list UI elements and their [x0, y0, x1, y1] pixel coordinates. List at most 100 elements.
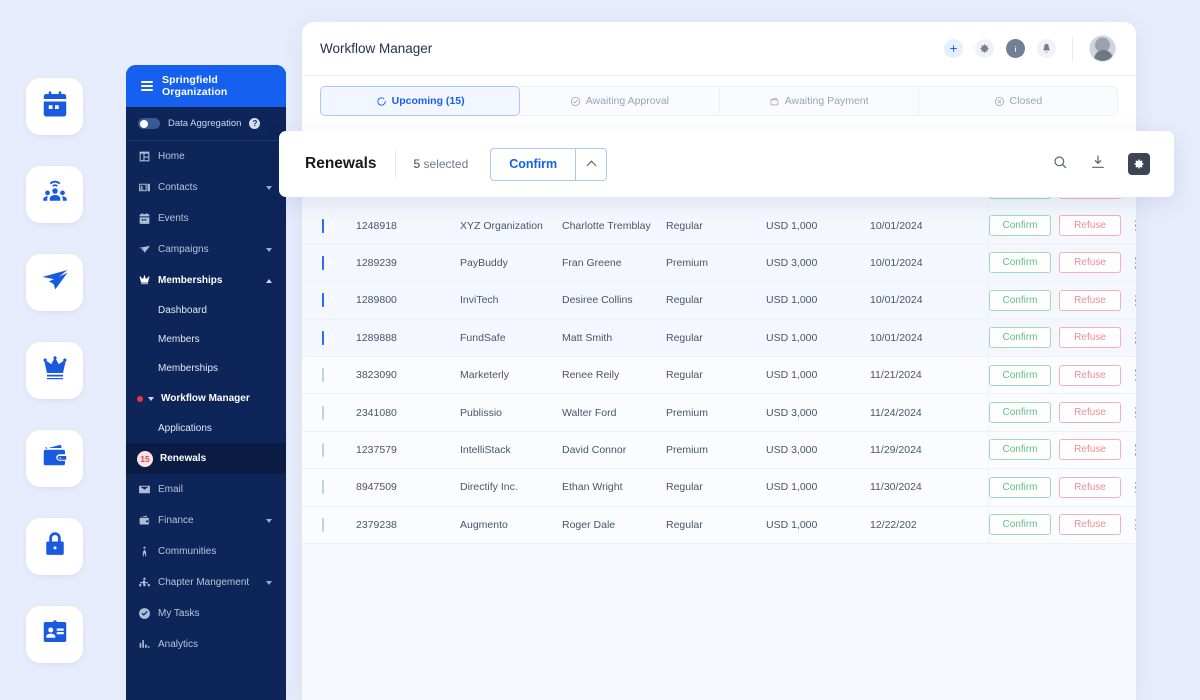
table-row[interactable]: 1237579 IntelliStack David Connor Premium US…	[302, 431, 1136, 470]
sidebar-item-memberships[interactable]: Memberships	[126, 265, 286, 296]
sidebar-item-email[interactable]: Email	[126, 474, 286, 505]
gear-icon[interactable]	[975, 39, 994, 58]
sidebar-item-events[interactable]: Events	[126, 203, 286, 234]
rail-item-id-card[interactable]	[26, 606, 83, 663]
table-row[interactable]: 1289800 InviTech Desiree Collins Regular USD…	[302, 282, 1136, 320]
row-refuse-button[interactable]: Refuse	[1059, 514, 1121, 536]
sidebar-item-campaigns[interactable]: Campaigns	[126, 234, 286, 265]
sidebar-item-analytics[interactable]: Analytics	[126, 629, 286, 660]
row-checkbox[interactable]	[322, 442, 324, 457]
confirm-button[interactable]: Confirm	[490, 147, 577, 181]
chevron-down-icon[interactable]	[266, 580, 272, 585]
sidebar-item-dashboard[interactable]: Dashboard	[126, 296, 286, 325]
help-icon[interactable]: ?	[249, 118, 261, 129]
rail-item-memberships[interactable]	[26, 342, 83, 399]
chevron-up-icon[interactable]	[266, 278, 272, 283]
sidebar-item-members[interactable]: Members	[126, 325, 286, 354]
chevron-down-icon[interactable]	[148, 396, 154, 401]
data-aggregation-toggle[interactable]	[138, 118, 160, 129]
settings-icon[interactable]	[1128, 153, 1150, 175]
tab-upcoming[interactable]: Upcoming (15)	[320, 86, 521, 116]
table-row[interactable]: 8947509 Directify Inc. Ethan Wright Regular…	[302, 469, 1136, 507]
rail-item-calendar[interactable]	[26, 78, 83, 135]
row-checkbox[interactable]	[322, 517, 324, 532]
row-more-icon[interactable]	[1129, 331, 1136, 344]
row-more-icon[interactable]	[1129, 481, 1136, 494]
table-row[interactable]: 1248918 XYZ Organization Charlotte Trembla…	[302, 207, 1136, 245]
data-aggregation-row[interactable]: Data Aggregation ?	[126, 107, 286, 141]
row-refuse-button[interactable]: Refuse	[1059, 289, 1121, 311]
row-refuse-button[interactable]: Refuse	[1059, 439, 1121, 461]
row-more-icon[interactable]	[1129, 406, 1136, 419]
row-refuse-button[interactable]: Refuse	[1059, 476, 1121, 498]
sidebar-item-workflow-manager[interactable]: Workflow Manager	[126, 383, 286, 414]
row-confirm-button[interactable]: Confirm	[989, 364, 1051, 386]
row-confirm-button[interactable]: Confirm	[989, 215, 1051, 237]
table-row[interactable]: 2379238 Augmento Roger Dale Regular USD 1,00…	[302, 506, 1136, 544]
chevron-down-icon[interactable]	[266, 185, 272, 190]
row-more-icon[interactable]	[1129, 219, 1136, 232]
table-row[interactable]: 1289888 FundSafe Matt Smith Regular USD 1,00…	[302, 319, 1136, 357]
row-refuse-button[interactable]: Refuse	[1059, 402, 1121, 424]
avatar[interactable]	[1089, 35, 1116, 62]
row-confirm-button[interactable]: Confirm	[989, 402, 1051, 424]
row-checkbox[interactable]	[322, 255, 324, 270]
main-header: Workflow Manager	[302, 22, 1136, 76]
table-row[interactable]: 3823090 Marketerly Renee Reily Regular USD 1…	[302, 356, 1136, 395]
sidebar-item-memberships-sub[interactable]: Memberships	[126, 354, 286, 383]
sidebar-item-renewals[interactable]: 15 Renewals	[126, 443, 286, 474]
row-checkbox[interactable]	[322, 480, 324, 495]
chevron-down-icon[interactable]	[266, 247, 272, 252]
plus-icon[interactable]	[944, 39, 963, 58]
rail-item-finance[interactable]	[26, 430, 83, 487]
row-confirm-button[interactable]: Confirm	[989, 514, 1051, 536]
row-refuse-button[interactable]: Refuse	[1059, 252, 1121, 274]
confirm-dropdown-button[interactable]	[576, 147, 608, 181]
tab-awaiting-payment[interactable]: Awaiting Payment	[719, 86, 919, 116]
download-icon[interactable]	[1090, 154, 1106, 175]
search-icon[interactable]	[1052, 154, 1068, 175]
row-confirm-button[interactable]: Confirm	[989, 252, 1051, 274]
tab-awaiting-approval[interactable]: Awaiting Approval	[520, 86, 720, 116]
row-refuse-button[interactable]: Refuse	[1059, 215, 1121, 237]
sidebar-item-applications[interactable]: Applications	[126, 414, 286, 443]
row-checkbox[interactable]	[322, 405, 324, 420]
sidebar-item-home[interactable]: Home	[126, 141, 286, 172]
info-icon[interactable]	[1006, 39, 1025, 58]
tab-closed[interactable]: Closed	[918, 86, 1118, 116]
data-aggregation-label: Data Aggregation	[168, 118, 242, 129]
id-card-icon	[40, 617, 70, 652]
table-row[interactable]: 1289239 PayBuddy Fran Greene Premium USD 3,0…	[302, 244, 1136, 283]
row-more-icon[interactable]	[1129, 518, 1136, 531]
sidebar-item-label: Communities	[158, 546, 217, 557]
row-confirm-button[interactable]: Confirm	[989, 439, 1051, 461]
row-more-icon[interactable]	[1129, 294, 1136, 307]
sidebar-item-contacts[interactable]: Contacts	[126, 172, 286, 203]
row-refuse-button[interactable]: Refuse	[1059, 364, 1121, 386]
row-confirm-button[interactable]: Confirm	[989, 289, 1051, 311]
row-more-icon[interactable]	[1129, 257, 1136, 269]
chevron-down-icon[interactable]	[266, 518, 272, 523]
row-checkbox[interactable]	[322, 368, 324, 383]
row-more-icon[interactable]	[1129, 369, 1136, 381]
bell-icon[interactable]	[1037, 39, 1056, 58]
sidebar-item-chapter-management[interactable]: Chapter Mangement	[126, 567, 286, 598]
rail-item-campaigns[interactable]	[26, 254, 83, 311]
row-more-icon[interactable]	[1129, 444, 1136, 456]
row-checkbox[interactable]	[322, 330, 324, 345]
row-confirm-button[interactable]: Confirm	[989, 327, 1051, 349]
sidebar-item-my-tasks[interactable]: My Tasks	[126, 598, 286, 629]
cell-membership-type: Premium	[666, 443, 709, 456]
row-checkbox[interactable]	[322, 218, 324, 233]
sidebar-org-header[interactable]: Springfield Organization	[126, 65, 286, 107]
rail-item-security[interactable]	[26, 518, 83, 575]
row-refuse-button[interactable]: Refuse	[1059, 327, 1121, 349]
row-checkbox[interactable]	[322, 293, 324, 308]
calendar-icon	[138, 212, 153, 226]
sidebar-item-communities[interactable]: Communities	[126, 536, 286, 567]
sidebar-item-finance[interactable]: Finance	[126, 505, 286, 536]
hamburger-icon[interactable]	[141, 81, 153, 91]
table-row[interactable]: 2341080 Publissio Walter Ford Premium USD 3,…	[302, 394, 1136, 432]
rail-item-community[interactable]	[26, 166, 83, 223]
row-confirm-button[interactable]: Confirm	[989, 476, 1051, 498]
